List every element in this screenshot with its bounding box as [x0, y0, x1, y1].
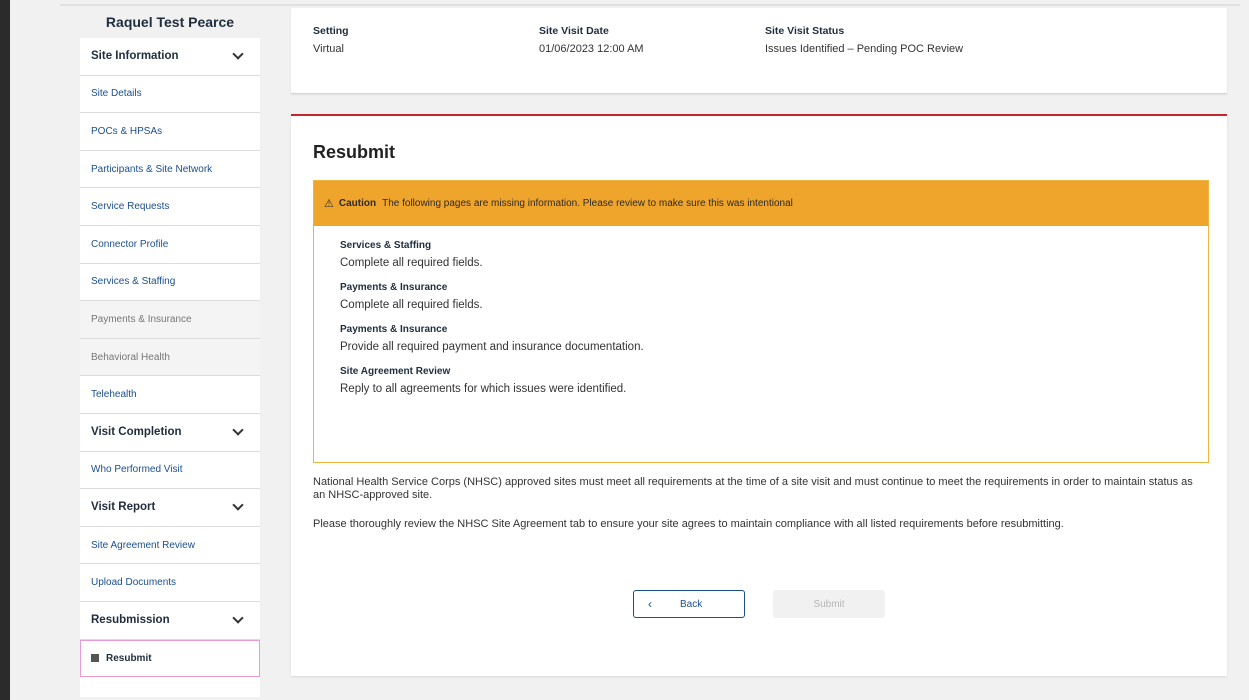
sidebar-item-upload-documents[interactable]: Upload Documents — [80, 564, 260, 602]
issue-title: Payments & Insurance — [340, 324, 448, 335]
site-visit-status-value: Issues Identified – Pending POC Review — [765, 43, 964, 55]
list-item: Payments & Insurance Provide all require… — [340, 324, 1208, 353]
submit-button[interactable]: Submit — [773, 590, 885, 618]
sidebar-item-payments-insurance[interactable]: Payments & Insurance — [80, 301, 260, 339]
sidebar-item-service-requests[interactable]: Service Requests — [80, 188, 260, 226]
sidebar-item-site-agreement-review[interactable]: Site Agreement Review — [80, 526, 260, 565]
site-visit-status-column: Site Visit Status Issues Identified – Pe… — [765, 25, 965, 56]
section-label: Visit Report — [91, 501, 156, 514]
sidebar-item-pocs-hpsas[interactable]: POCs & HPSAs — [80, 113, 260, 151]
back-button[interactable]: ‹ Back — [633, 590, 745, 618]
section-label: Visit Completion — [91, 426, 182, 439]
user-name: Raquel Test Pearce — [80, 8, 260, 38]
caution-box: ⚠ Caution The following pages are missin… — [313, 180, 1209, 463]
issue-message: Reply to all agreements for which issues… — [340, 383, 627, 395]
section-site-information[interactable]: Site Information — [80, 38, 260, 76]
issue-title: Site Agreement Review — [340, 366, 451, 377]
chevron-down-icon — [232, 499, 244, 512]
setting-column: Setting Virtual — [313, 25, 513, 56]
sidebar-item-services-staffing[interactable]: Services & Staffing — [80, 263, 260, 302]
list-item: Site Agreement Review Reply to all agree… — [340, 366, 1208, 395]
sidebar-item-resubmit[interactable]: Resubmit — [80, 639, 260, 677]
sidebar-item-behavioral-health[interactable]: Behavioral Health — [80, 338, 260, 377]
review-agreement-text: Please thoroughly review the NHSC Site A… — [313, 518, 1064, 530]
window-edge — [0, 0, 10, 700]
section-visit-completion[interactable]: Visit Completion — [80, 413, 260, 452]
list-item: Payments & Insurance Complete all requir… — [340, 282, 1208, 311]
page-title: Resubmit — [313, 142, 396, 162]
issue-message: Provide all required payment and insuran… — [340, 341, 644, 353]
section-visit-report[interactable]: Visit Report — [80, 489, 260, 527]
caution-header: ⚠ Caution The following pages are missin… — [314, 181, 1208, 226]
sidebar-item-connector-profile[interactable]: Connector Profile — [80, 225, 260, 264]
chevron-left-icon: ‹ — [648, 597, 652, 611]
setting-label: Setting — [313, 25, 349, 37]
list-item: Services & Staffing Complete all require… — [340, 240, 1208, 269]
issue-title: Payments & Insurance — [340, 282, 448, 293]
resubmit-card: Resubmit ⚠ Caution The following pages a… — [291, 114, 1227, 676]
site-visit-info-card: Setting Virtual Site Visit Date 01/06/20… — [291, 8, 1227, 94]
caution-text: The following pages are missing informat… — [382, 198, 793, 209]
site-visit-status-label: Site Visit Status — [765, 25, 845, 37]
section-label: Site Information — [91, 50, 179, 63]
issue-title: Services & Staffing — [340, 240, 432, 251]
back-label: Back — [680, 598, 703, 610]
section-resubmission[interactable]: Resubmission — [80, 601, 260, 640]
site-visit-date-value: 01/06/2023 12:00 AM — [539, 43, 644, 55]
sidebar-spacer — [80, 676, 260, 697]
sidebar-item-telehealth[interactable]: Telehealth — [80, 376, 260, 414]
current-page-icon — [91, 654, 99, 662]
chevron-down-icon — [232, 48, 244, 60]
issue-message: Complete all required fields. — [340, 257, 483, 269]
chevron-down-icon — [232, 612, 244, 624]
sidebar-item-site-details[interactable]: Site Details — [80, 75, 260, 114]
site-visit-date-column: Site Visit Date 01/06/2023 12:00 AM — [539, 25, 739, 56]
setting-value: Virtual — [313, 43, 344, 55]
chevron-down-icon — [232, 424, 244, 436]
caution-label: Caution — [338, 198, 377, 209]
section-label: Resubmission — [91, 614, 170, 627]
top-divider — [60, 4, 1240, 6]
issue-list: Services & Staffing Complete all require… — [314, 226, 1208, 395]
sidebar: Raquel Test Pearce Site Information Site… — [80, 8, 260, 700]
site-visit-date-label: Site Visit Date — [539, 25, 609, 37]
sidebar-item-participants[interactable]: Participants & Site Network — [80, 150, 260, 189]
issue-message: Complete all required fields. — [340, 299, 483, 311]
sidebar-item-who-performed[interactable]: Who Performed Visit — [80, 451, 260, 490]
nhsc-requirements-text: National Health Service Corps (NHSC) app… — [313, 476, 1193, 502]
warning-icon: ⚠ — [324, 198, 334, 210]
sidebar-item-label: Resubmit — [106, 652, 152, 664]
